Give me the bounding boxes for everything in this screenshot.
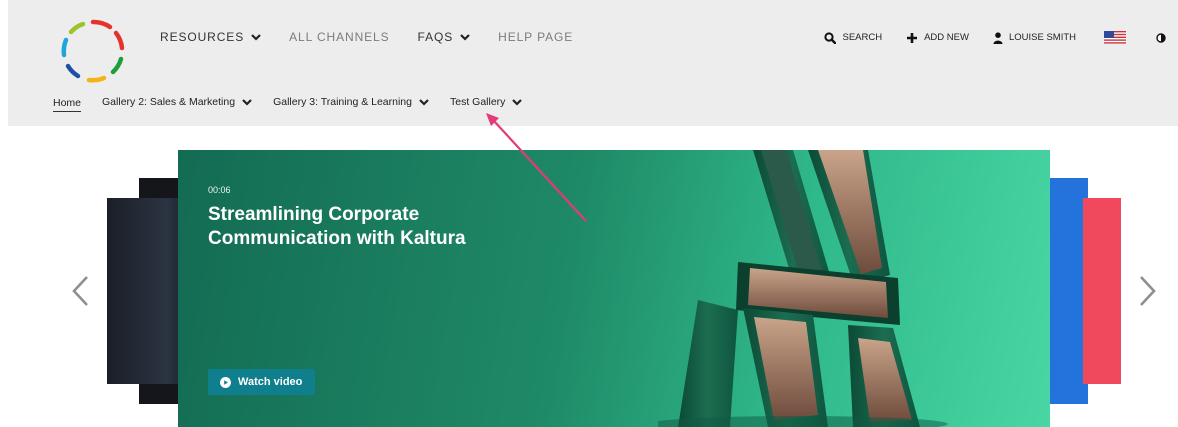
nav-faqs[interactable]: FAQS	[418, 30, 471, 44]
featured-slide[interactable]: 00:06 Streamlining Corporate Communicati…	[178, 150, 1050, 427]
plus-icon	[907, 32, 918, 43]
us-flag-icon[interactable]	[1104, 31, 1126, 44]
search-label: SEARCH	[842, 32, 883, 43]
search-button[interactable]: SEARCH	[824, 31, 883, 44]
search-icon	[824, 31, 837, 44]
subnav-gallery-3-label: Gallery 3: Training & Learning	[273, 96, 412, 108]
nav-resources[interactable]: RESOURCES	[160, 30, 261, 44]
top-navigation: RESOURCES ALL CHANNELS FAQS HELP PAGE	[160, 30, 601, 44]
play-circle-icon	[220, 376, 231, 388]
subnav-home-label: Home	[53, 96, 82, 109]
subnav-gallery-training-learning[interactable]: Gallery 3: Training & Learning	[273, 96, 429, 108]
video-title: Streamlining Corporate Communication wit…	[208, 204, 466, 249]
carousel-next-slide[interactable]	[1045, 178, 1088, 404]
subnav-gallery-2-label: Gallery 2: Sales & Marketing	[102, 96, 236, 108]
add-new-label: ADD NEW	[924, 32, 969, 43]
carousel-next-slide-back	[1083, 198, 1121, 384]
nav-resources-label: RESOURCES	[160, 30, 245, 44]
contrast-toggle-icon[interactable]	[1156, 32, 1166, 43]
watch-video-button[interactable]: Watch video	[208, 369, 316, 395]
utility-bar: SEARCH ADD NEW LOUISE SMITH	[800, 31, 1166, 44]
user-menu[interactable]: LOUISE SMITH	[993, 31, 1076, 44]
user-icon	[993, 31, 1003, 44]
chevron-left-icon[interactable]	[70, 274, 90, 308]
subnav-test-gallery[interactable]: Test Gallery	[450, 96, 523, 108]
chevron-down-icon	[512, 98, 523, 106]
chevron-down-icon	[251, 33, 261, 41]
gallery-navigation: Home Gallery 2: Sales & Marketing Galler…	[53, 96, 543, 112]
chevron-right-icon[interactable]	[1138, 274, 1158, 308]
subnav-test-gallery-label: Test Gallery	[450, 96, 506, 108]
watch-video-label: Watch video	[238, 376, 303, 388]
user-name: LOUISE SMITH	[1008, 32, 1076, 43]
brand-logo[interactable]	[52, 10, 134, 92]
nav-help-page-label: HELP PAGE	[498, 30, 574, 44]
video-duration: 00:06	[208, 185, 231, 195]
slide-hero-image	[658, 150, 948, 427]
chevron-down-icon	[242, 98, 252, 106]
site-header: RESOURCES ALL CHANNELS FAQS HELP PAGE SE…	[8, 0, 1178, 126]
subnav-home[interactable]: Home	[53, 96, 82, 112]
subnav-gallery-sales-marketing[interactable]: Gallery 2: Sales & Marketing	[102, 96, 252, 108]
nav-all-channels[interactable]: ALL CHANNELS	[289, 30, 389, 44]
nav-all-channels-label: ALL CHANNELS	[289, 30, 390, 44]
chevron-down-icon	[419, 98, 429, 106]
nav-faqs-label: FAQS	[417, 30, 454, 44]
add-new-button[interactable]: ADD NEW	[906, 32, 969, 44]
nav-help-page[interactable]: HELP PAGE	[498, 30, 573, 44]
chevron-down-icon	[460, 33, 470, 41]
